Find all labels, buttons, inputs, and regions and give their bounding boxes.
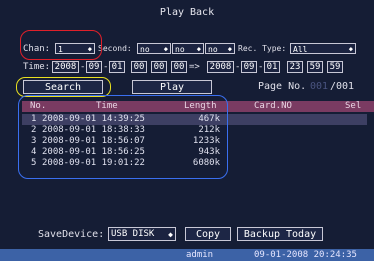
current-user: admin [186, 250, 214, 260]
chevron-updown-icon: ◆ [168, 230, 173, 239]
status-bar: admin 09-01-2008 20:24:35 [0, 249, 374, 261]
save-device-select[interactable]: USB DISK ◆ [108, 227, 176, 241]
highlight-red-outline [20, 30, 102, 60]
playback-screen: Play Back Chan: 1 ◆ Second: no ◆ no ◆ no… [0, 0, 374, 261]
backup-today-button[interactable]: Backup Today [237, 227, 323, 241]
save-device-label: SaveDevice: [38, 229, 105, 240]
status-datetime: 09-01-2008 20:24:35 [254, 250, 357, 260]
save-device-value: USB DISK [111, 229, 155, 239]
copy-button[interactable]: Copy [185, 227, 231, 241]
highlight-blue-outline [18, 95, 228, 179]
highlight-yellow-outline [16, 77, 111, 97]
